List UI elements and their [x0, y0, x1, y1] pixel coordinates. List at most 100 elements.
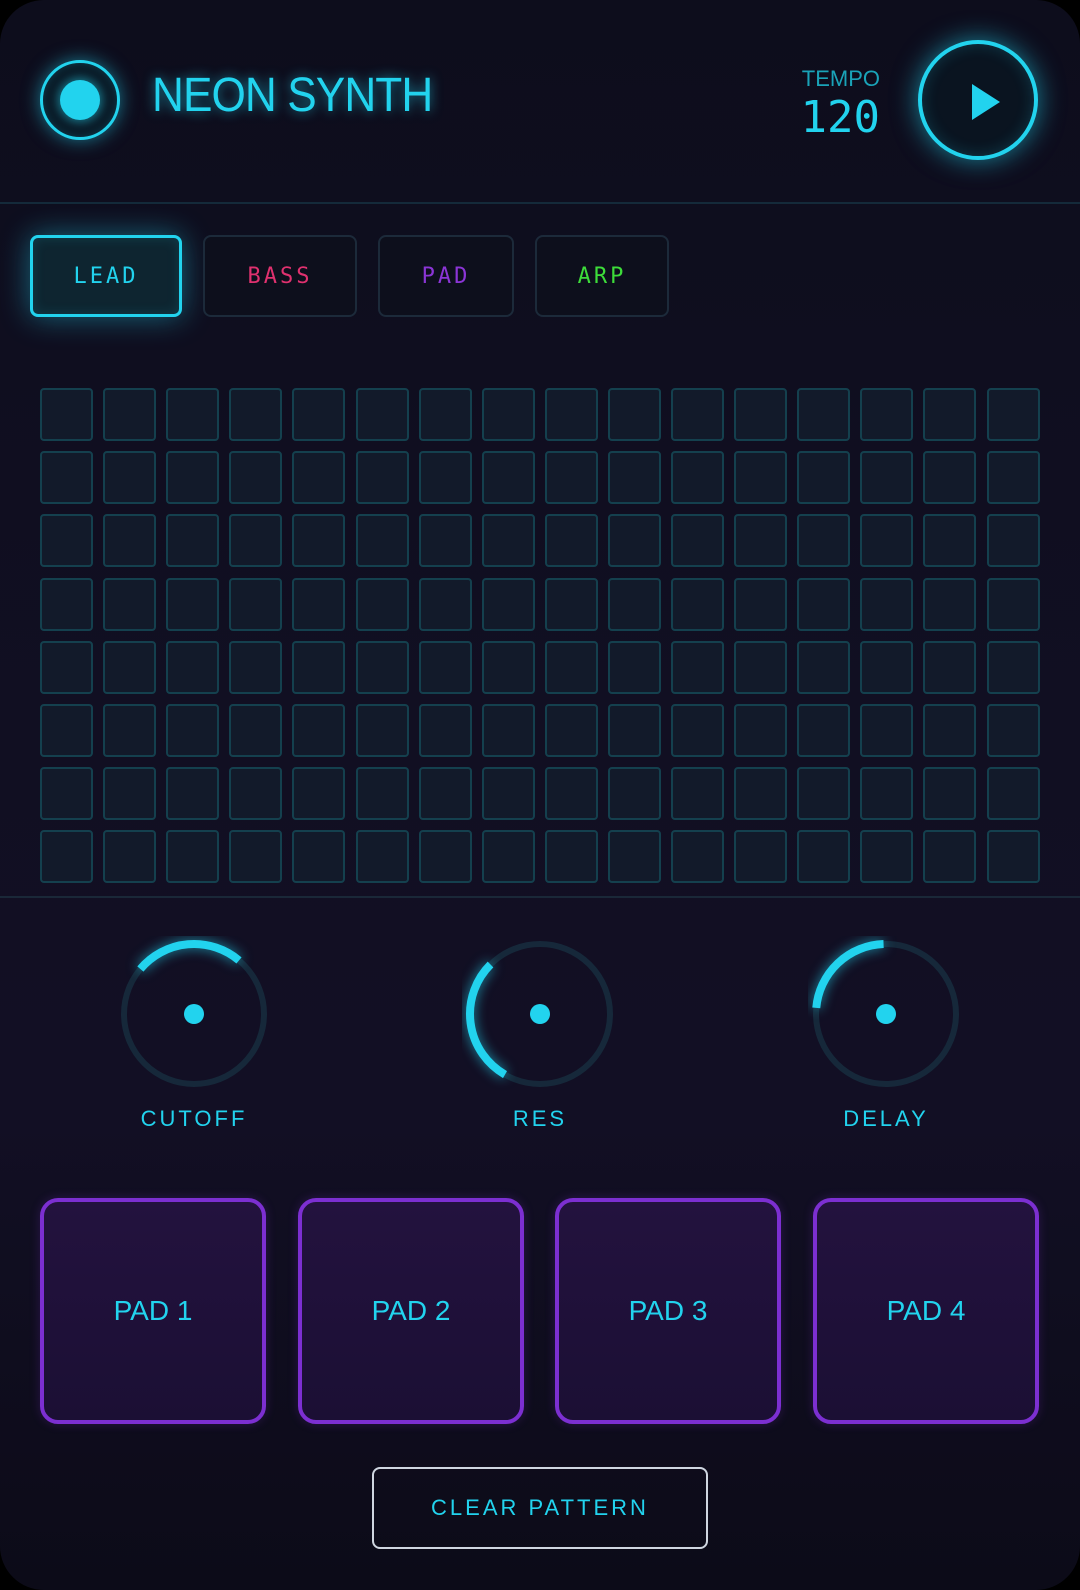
step-cell[interactable] — [40, 451, 93, 504]
step-cell[interactable] — [292, 767, 345, 820]
step-cell[interactable] — [797, 641, 850, 694]
step-cell[interactable] — [797, 704, 850, 757]
delay-knob[interactable] — [808, 936, 964, 1092]
step-cell[interactable] — [419, 451, 472, 504]
step-cell[interactable] — [356, 388, 409, 441]
step-cell[interactable] — [608, 641, 661, 694]
step-cell[interactable] — [292, 451, 345, 504]
step-cell[interactable] — [292, 578, 345, 631]
step-cell[interactable] — [356, 704, 409, 757]
tab-lead[interactable]: LEAD — [30, 235, 182, 317]
tab-pad[interactable]: PAD — [378, 235, 514, 317]
step-cell[interactable] — [608, 830, 661, 883]
step-cell[interactable] — [103, 641, 156, 694]
step-cell[interactable] — [229, 451, 282, 504]
step-cell[interactable] — [229, 578, 282, 631]
step-cell[interactable] — [860, 388, 913, 441]
step-cell[interactable] — [419, 704, 472, 757]
step-cell[interactable] — [545, 388, 598, 441]
cutoff-knob[interactable] — [116, 936, 272, 1092]
step-cell[interactable] — [40, 641, 93, 694]
step-cell[interactable] — [103, 388, 156, 441]
step-cell[interactable] — [103, 767, 156, 820]
step-cell[interactable] — [987, 451, 1040, 504]
step-cell[interactable] — [608, 767, 661, 820]
step-cell[interactable] — [860, 451, 913, 504]
step-cell[interactable] — [40, 514, 93, 567]
step-cell[interactable] — [797, 767, 850, 820]
step-cell[interactable] — [419, 388, 472, 441]
step-cell[interactable] — [482, 578, 535, 631]
step-cell[interactable] — [545, 830, 598, 883]
step-cell[interactable] — [419, 641, 472, 694]
step-cell[interactable] — [923, 704, 976, 757]
step-cell[interactable] — [797, 388, 850, 441]
step-cell[interactable] — [419, 578, 472, 631]
step-cell[interactable] — [545, 514, 598, 567]
step-cell[interactable] — [545, 704, 598, 757]
step-cell[interactable] — [987, 704, 1040, 757]
tempo-value[interactable]: 120 — [801, 92, 880, 143]
step-cell[interactable] — [860, 767, 913, 820]
step-cell[interactable] — [229, 388, 282, 441]
clear-pattern-button[interactable]: CLEAR PATTERN — [372, 1467, 708, 1549]
step-cell[interactable] — [356, 578, 409, 631]
step-cell[interactable] — [166, 830, 219, 883]
step-cell[interactable] — [734, 388, 787, 441]
step-cell[interactable] — [923, 514, 976, 567]
step-cell[interactable] — [482, 704, 535, 757]
step-cell[interactable] — [734, 641, 787, 694]
step-cell[interactable] — [356, 830, 409, 883]
step-cell[interactable] — [229, 767, 282, 820]
step-cell[interactable] — [797, 830, 850, 883]
step-cell[interactable] — [734, 830, 787, 883]
step-cell[interactable] — [923, 388, 976, 441]
step-cell[interactable] — [608, 451, 661, 504]
step-cell[interactable] — [166, 388, 219, 441]
step-cell[interactable] — [608, 514, 661, 567]
step-cell[interactable] — [734, 704, 787, 757]
step-cell[interactable] — [482, 641, 535, 694]
pad-4-button[interactable]: PAD 4 — [813, 1198, 1039, 1424]
step-cell[interactable] — [356, 641, 409, 694]
step-cell[interactable] — [229, 830, 282, 883]
step-cell[interactable] — [292, 830, 345, 883]
step-cell[interactable] — [860, 578, 913, 631]
step-cell[interactable] — [923, 641, 976, 694]
step-cell[interactable] — [166, 704, 219, 757]
step-cell[interactable] — [608, 388, 661, 441]
step-cell[interactable] — [671, 767, 724, 820]
step-cell[interactable] — [482, 388, 535, 441]
pad-1-button[interactable]: PAD 1 — [40, 1198, 266, 1424]
step-cell[interactable] — [923, 451, 976, 504]
step-cell[interactable] — [671, 704, 724, 757]
step-cell[interactable] — [419, 830, 472, 883]
step-cell[interactable] — [860, 830, 913, 883]
step-cell[interactable] — [860, 704, 913, 757]
step-cell[interactable] — [482, 451, 535, 504]
step-cell[interactable] — [797, 514, 850, 567]
step-cell[interactable] — [166, 767, 219, 820]
step-cell[interactable] — [671, 641, 724, 694]
step-cell[interactable] — [103, 451, 156, 504]
step-cell[interactable] — [797, 578, 850, 631]
step-cell[interactable] — [545, 451, 598, 504]
step-cell[interactable] — [166, 451, 219, 504]
step-cell[interactable] — [292, 641, 345, 694]
tab-bass[interactable]: BASS — [203, 235, 357, 317]
step-cell[interactable] — [923, 767, 976, 820]
step-cell[interactable] — [734, 578, 787, 631]
step-cell[interactable] — [292, 514, 345, 567]
step-cell[interactable] — [545, 641, 598, 694]
step-cell[interactable] — [987, 641, 1040, 694]
step-cell[interactable] — [482, 830, 535, 883]
step-cell[interactable] — [860, 514, 913, 567]
step-cell[interactable] — [860, 641, 913, 694]
res-knob[interactable] — [462, 936, 618, 1092]
pad-2-button[interactable]: PAD 2 — [298, 1198, 524, 1424]
step-cell[interactable] — [987, 578, 1040, 631]
step-cell[interactable] — [103, 704, 156, 757]
step-cell[interactable] — [545, 578, 598, 631]
step-cell[interactable] — [482, 514, 535, 567]
step-cell[interactable] — [166, 578, 219, 631]
